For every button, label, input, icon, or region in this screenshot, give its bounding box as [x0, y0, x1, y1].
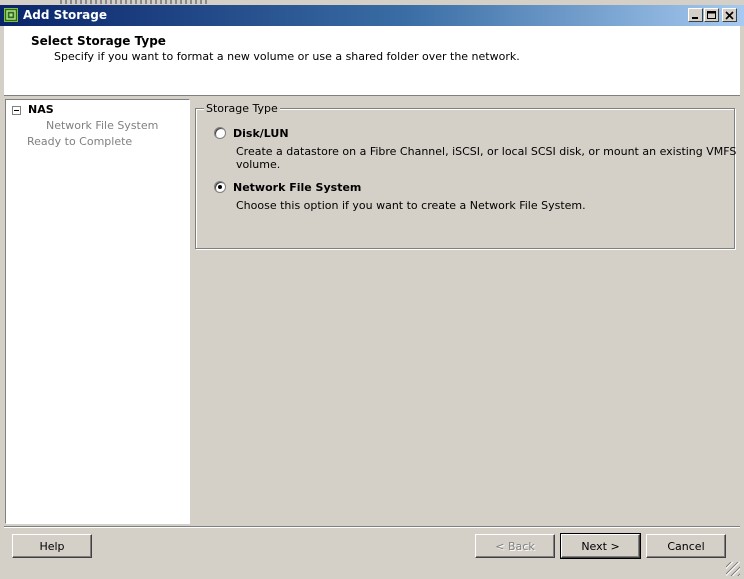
disk-lun-description: Create a datastore on a Fibre Channel, i…	[236, 145, 737, 171]
nav-item-nas[interactable]: NAS	[28, 103, 54, 116]
network-file-system-label[interactable]: Network File System	[233, 181, 361, 194]
next-button[interactable]: Next >	[560, 533, 641, 559]
close-button[interactable]	[722, 8, 737, 22]
storage-type-legend: Storage Type	[204, 102, 280, 115]
footer-divider-highlight	[4, 527, 740, 528]
close-icon	[725, 11, 734, 20]
storage-wizard-icon	[4, 8, 18, 22]
cancel-button[interactable]: Cancel	[646, 534, 726, 558]
page-subtitle: Specify if you want to format a new volu…	[54, 50, 520, 63]
maximize-button[interactable]	[704, 8, 719, 22]
minimize-button[interactable]	[688, 8, 703, 22]
back-button[interactable]: < Back	[475, 534, 555, 558]
resize-grip-icon[interactable]	[726, 562, 740, 576]
wizard-steps-tree: NAS Network File System Ready to Complet…	[5, 99, 190, 524]
disk-lun-radio[interactable]	[214, 127, 226, 139]
minimize-icon	[692, 17, 698, 19]
network-file-system-radio[interactable]	[214, 181, 226, 193]
network-file-system-description: Choose this option if you want to create…	[236, 199, 586, 212]
page-title: Select Storage Type	[31, 34, 166, 48]
window-title: Add Storage	[23, 8, 108, 22]
title-bar[interactable]: Add Storage	[0, 5, 744, 26]
wizard-header: Select Storage Type Specify if you want …	[4, 26, 740, 96]
collapse-icon[interactable]	[12, 106, 21, 115]
help-button[interactable]: Help	[12, 534, 92, 558]
nav-item-ready-to-complete: Ready to Complete	[27, 135, 133, 148]
nav-item-network-file-system: Network File System	[46, 119, 159, 132]
disk-lun-label[interactable]: Disk/LUN	[233, 127, 289, 140]
maximize-icon	[707, 11, 716, 19]
